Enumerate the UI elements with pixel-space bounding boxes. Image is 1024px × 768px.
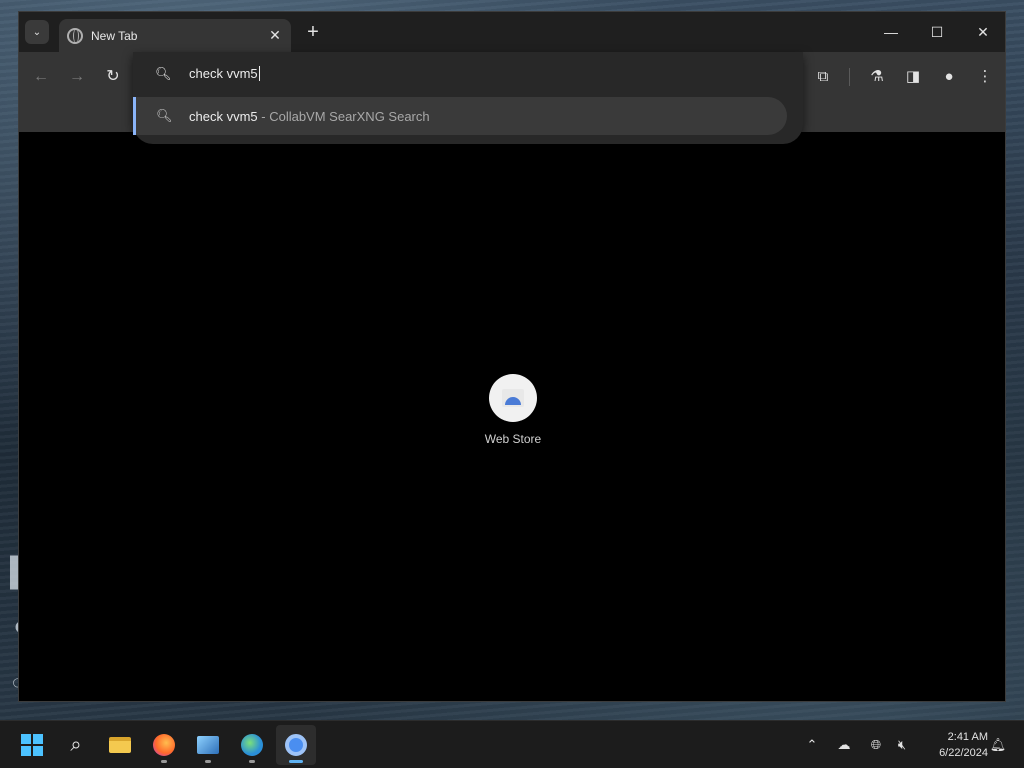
search-icon: 🔍︎ [156,108,173,123]
search-icon: ⌕ [70,733,82,756]
chevron-up-icon: ⌃ [806,737,818,752]
more-vertical-icon: ⋮ [977,68,993,85]
windows-logo-icon [21,734,43,756]
suggestion-query: check vvm5 [189,109,258,124]
running-indicator [205,760,211,763]
show-hidden-icons-button[interactable]: ⌃ [802,735,822,755]
extensions-button[interactable]: ⧉ [811,65,835,89]
running-indicator [161,760,167,763]
suggestion-text: check vvm5 - CollabVM SearXNG Search [189,109,430,124]
forward-button[interactable]: → [65,65,89,89]
reload-icon: ↻ [106,68,120,85]
notification-bell-icon[interactable]: 🔔︎ [988,735,1008,755]
vista-app-icon [197,736,219,754]
suggestion-description: CollabVM SearXNG Search [269,109,430,124]
taskbar-file-explorer[interactable] [100,725,140,765]
maximize-button[interactable]: ☐ [923,20,951,44]
suggestion-item[interactable]: 🔍︎ check vvm5 - CollabVM SearXNG Search [133,97,787,135]
clock-date: 6/22/2024 [939,747,988,759]
web-store-icon [502,389,524,407]
volume-muted-icon[interactable]: 🔇︎ [892,735,912,755]
chrome-icon [285,734,307,756]
flask-icon: ⚗ [870,68,884,85]
globe-icon [67,27,83,44]
taskbar-search-button[interactable]: ⌕ [56,725,96,765]
browser-window: ⌄ New Tab ✕ + — ☐ ✕ ← → ↻ ⧉ ⚗ ◨ ● ⋮ 🔍︎ c… [18,11,1006,702]
menu-button[interactable]: ⋮ [973,65,997,89]
running-indicator [249,760,255,763]
labs-button[interactable]: ⚗ [865,65,889,89]
suggestion-separator: - [257,109,270,124]
taskbar-firefox[interactable] [144,725,184,765]
address-bar[interactable]: 🔍︎ check vvm5 [133,52,803,96]
person-icon: ● [944,68,954,85]
active-indicator [289,760,303,763]
search-icon: 🔍︎ [155,66,172,81]
network-tray-icon[interactable]: 🌐︎ [866,735,886,755]
shortcut-label: Web Store [484,432,542,446]
firefox-icon [153,734,175,756]
tab-title: New Tab [91,28,138,43]
side-panel-icon: ◨ [905,68,921,85]
shortcut-web-store[interactable]: Web Store [481,374,545,446]
arrow-left-icon: ← [33,68,49,85]
taskbar-chrome[interactable] [276,725,316,765]
side-panel-button[interactable]: ◨ [901,65,925,89]
tab-search-button[interactable]: ⌄ [25,20,49,44]
puzzle-icon: ⧉ [817,68,829,85]
profile-button[interactable]: ● [937,65,961,89]
shortcut-tile [489,374,537,422]
taskbar-vista-app[interactable] [188,725,228,765]
address-input[interactable]: check vvm5 [189,66,260,81]
folder-icon [109,737,131,753]
close-window-button[interactable]: ✕ [969,20,997,44]
new-tab-button[interactable]: + [301,21,325,45]
minimize-button[interactable]: — [877,20,905,44]
clock-time: 2:41 AM [947,731,988,743]
taskbar-clock[interactable]: 2:41 AM 6/22/2024 [920,729,988,761]
taskbar: ⌕ ⌃ ☁ 🌐︎ 🔇︎ 2:41 AM 6/22/2024 🔔︎ [0,720,1024,768]
chevron-down-icon: ⌄ [32,26,42,38]
toolbar-divider [849,68,850,86]
tab-new-tab[interactable]: New Tab ✕ [59,19,291,52]
text-caret [258,66,260,81]
globe-app-icon [241,734,263,756]
reload-button[interactable]: ↻ [101,65,125,89]
start-button[interactable] [12,725,52,765]
omnibox-dropdown: 🔍︎ check vvm5 🔍︎ check vvm5 - CollabVM S… [133,52,803,144]
taskbar-globe-app[interactable] [232,725,272,765]
close-tab-icon[interactable]: ✕ [267,27,283,44]
arrow-right-icon: → [69,68,85,85]
title-bar: ⌄ New Tab ✕ + — ☐ ✕ [19,12,1005,52]
back-button[interactable]: ← [29,65,53,89]
onedrive-tray-icon[interactable]: ☁ [834,735,854,755]
